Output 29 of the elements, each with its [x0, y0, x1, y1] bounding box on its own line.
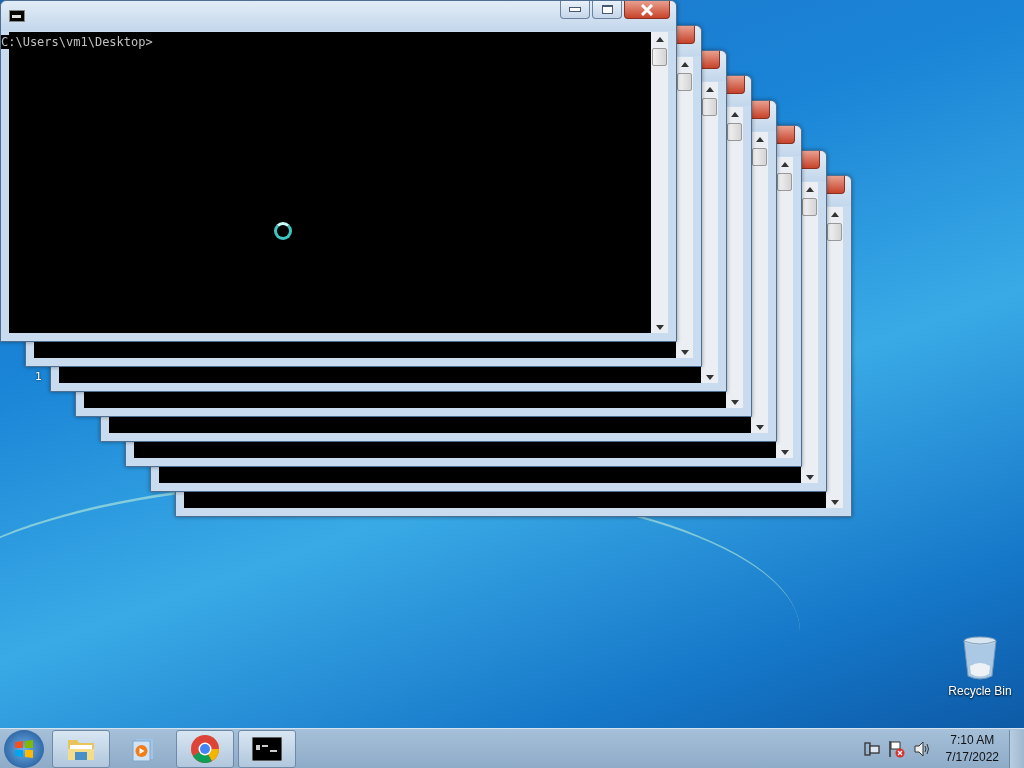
start-button[interactable]: [4, 729, 44, 768]
close-button[interactable]: [624, 1, 670, 19]
console-window[interactable]: C:\Users\vm1\Desktop>: [0, 0, 677, 342]
console-icon: [9, 10, 25, 22]
flag-alert-icon[interactable]: [887, 739, 906, 758]
close-icon: [640, 3, 654, 16]
recycle-bin-shortcut[interactable]: Recycle Bin: [942, 636, 1018, 698]
busy-cursor-icon: [274, 222, 292, 240]
close-button[interactable]: [727, 76, 745, 94]
close-button[interactable]: [677, 26, 695, 44]
network-icon[interactable]: [863, 740, 880, 757]
command-prompt: C:\Users\vm1\Desktop>: [1, 35, 153, 49]
volume-icon[interactable]: [913, 740, 932, 757]
scroll-bar[interactable]: [651, 32, 668, 333]
clock[interactable]: 7:10 AM 7/17/2022: [945, 731, 999, 766]
console-icon: [252, 736, 282, 761]
close-button[interactable]: [777, 126, 795, 144]
minimize-button[interactable]: [560, 1, 590, 19]
close-button[interactable]: [802, 151, 820, 169]
close-button[interactable]: [702, 51, 720, 69]
desktop-label: 1: [35, 370, 42, 383]
console-taskbar-button[interactable]: [238, 729, 296, 768]
folder-taskbar-button[interactable]: [52, 729, 110, 768]
trash-can-icon: [962, 636, 998, 680]
browser-icon: [190, 733, 220, 764]
maximize-button[interactable]: [592, 1, 622, 19]
windows-logo-icon: [13, 737, 35, 760]
close-button[interactable]: [827, 176, 845, 194]
close-button[interactable]: [752, 101, 770, 119]
